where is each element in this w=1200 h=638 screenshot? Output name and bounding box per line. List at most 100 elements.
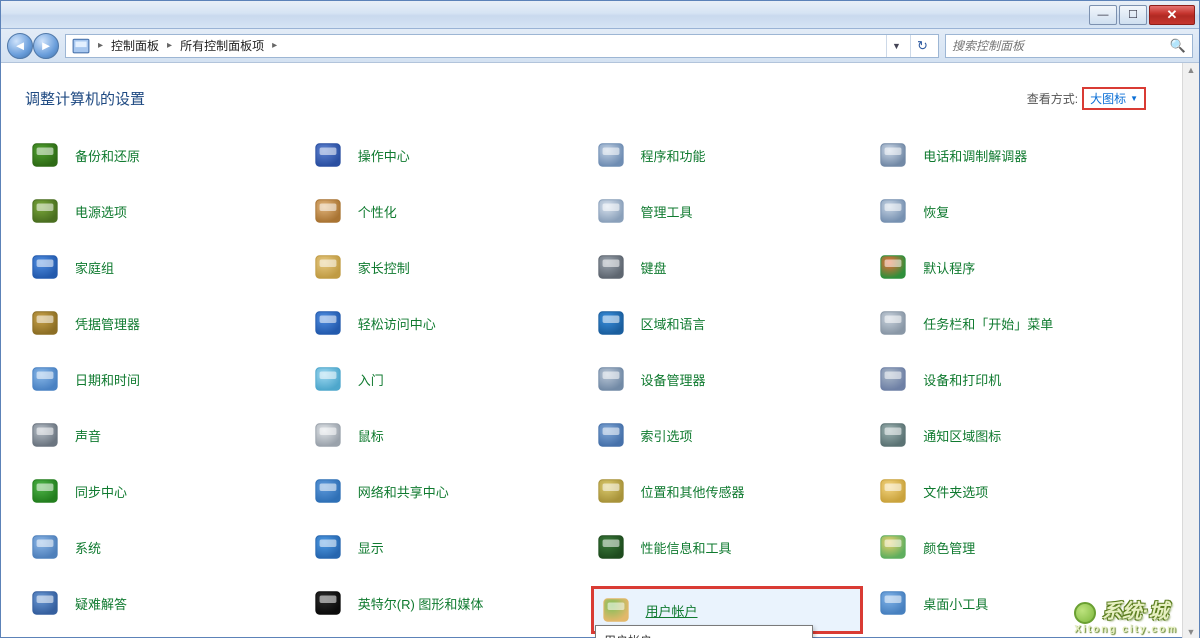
maximize-button[interactable]: ☐ [1119, 5, 1147, 25]
cp-item-personalization[interactable]: 个性化 [308, 194, 581, 228]
cp-item-label: 任务栏和「开始」菜单 [923, 314, 1053, 333]
cp-item-label: 管理工具 [641, 202, 693, 221]
refresh-button[interactable]: ↻ [910, 35, 934, 57]
forward-button[interactable]: ► [33, 33, 59, 59]
cp-item-devices-printers[interactable]: 设备和打印机 [873, 362, 1146, 396]
cp-item-location-sensors[interactable]: 位置和其他传感器 [591, 474, 864, 508]
window-button-group: — ☐ ✕ [1089, 5, 1195, 25]
chevron-icon: ▸ [96, 40, 105, 51]
breadcrumb-root[interactable]: 控制面板 [109, 37, 161, 54]
cp-item-default-programs[interactable]: 默认程序 [873, 250, 1146, 284]
sync-center-icon [29, 475, 61, 507]
cp-item-keyboard[interactable]: 键盘 [591, 250, 864, 284]
location-sensors-icon [595, 475, 627, 507]
cp-item-label: 区域和语言 [641, 314, 706, 333]
search-input[interactable] [952, 39, 1164, 53]
cp-item-label: 用户帐户 [646, 601, 698, 620]
backup-restore-icon [29, 139, 61, 171]
cp-item-label: 默认程序 [923, 258, 975, 277]
cp-item-taskbar-start-menu[interactable]: 任务栏和「开始」菜单 [873, 306, 1146, 340]
parental-controls-icon [312, 251, 344, 283]
cp-item-label: 电源选项 [75, 202, 127, 221]
titlebar[interactable]: — ☐ ✕ [1, 1, 1199, 29]
cp-item-intel-graphics[interactable]: 英特尔(R) 图形和媒体 [308, 586, 581, 620]
cp-item-phone-modem[interactable]: 电话和调制解调器 [873, 138, 1146, 172]
content-header: 调整计算机的设置 查看方式: 大图标 ▼ [25, 87, 1146, 110]
cp-item-color-management[interactable]: 颜色管理 [873, 530, 1146, 564]
cp-item-mouse[interactable]: 鼠标 [308, 418, 581, 452]
cp-item-label: 凭据管理器 [75, 314, 140, 333]
region-language-icon [595, 307, 627, 339]
taskbar-start-menu-icon [877, 307, 909, 339]
cp-item-folder-options[interactable]: 文件夹选项 [873, 474, 1146, 508]
minimize-icon: — [1098, 9, 1109, 21]
cp-item-power-options[interactable]: 电源选项 [25, 194, 298, 228]
view-dropdown[interactable]: 大图标 ▼ [1082, 87, 1146, 110]
cp-item-troubleshooting[interactable]: 疑难解答 [25, 586, 298, 620]
view-value: 大图标 [1090, 90, 1126, 107]
cp-item-ease-of-access[interactable]: 轻松访问中心 [308, 306, 581, 340]
page-title: 调整计算机的设置 [25, 88, 145, 109]
tooltip-heading: 用户帐户 [604, 632, 804, 638]
cp-item-region-language[interactable]: 区域和语言 [591, 306, 864, 340]
breadcrumb-current[interactable]: 所有控制面板项 [178, 37, 266, 54]
cp-item-label: 设备和打印机 [923, 370, 1001, 389]
troubleshooting-icon [29, 587, 61, 619]
search-icon[interactable]: 🔍 [1170, 38, 1186, 54]
cp-item-notification-icons[interactable]: 通知区域图标 [873, 418, 1146, 452]
window-frame: — ☐ ✕ ◄ ► ▸ 控制面板 ▸ 所有控制面板项 ▸ ▼ ↻ 🔍 [0, 0, 1200, 638]
cp-item-sound[interactable]: 声音 [25, 418, 298, 452]
cp-item-device-manager[interactable]: 设备管理器 [591, 362, 864, 396]
cp-item-parental-controls[interactable]: 家长控制 [308, 250, 581, 284]
action-center-icon [312, 139, 344, 171]
address-bar[interactable]: ▸ 控制面板 ▸ 所有控制面板项 ▸ ▼ ↻ [65, 34, 939, 58]
cp-item-recovery[interactable]: 恢复 [873, 194, 1146, 228]
cp-item-label: 同步中心 [75, 482, 127, 501]
cp-item-display[interactable]: 显示 [308, 530, 581, 564]
cp-item-performance-info[interactable]: 性能信息和工具 [591, 530, 864, 564]
minimize-button[interactable]: — [1089, 5, 1117, 25]
cp-item-label: 网络和共享中心 [358, 482, 449, 501]
cp-item-system[interactable]: 系统 [25, 530, 298, 564]
cp-item-indexing-options[interactable]: 索引选项 [591, 418, 864, 452]
cp-item-label: 系统 [75, 538, 101, 557]
folder-options-icon [877, 475, 909, 507]
address-dropdown[interactable]: ▼ [886, 35, 906, 57]
cp-item-label: 位置和其他传感器 [641, 482, 745, 501]
cp-item-credential-manager[interactable]: 凭据管理器 [25, 306, 298, 340]
cp-item-label: 入门 [358, 370, 384, 389]
back-icon: ◄ [14, 38, 27, 53]
vertical-scrollbar[interactable] [1182, 63, 1199, 638]
cp-item-admin-tools[interactable]: 管理工具 [591, 194, 864, 228]
content-container: 调整计算机的设置 查看方式: 大图标 ▼ 备份和还原 操作中心程序和功能电话和调制… [1, 63, 1199, 638]
display-icon [312, 531, 344, 563]
cp-item-action-center[interactable]: 操作中心 [308, 138, 581, 172]
watermark: 系统·城 Xitong city.com [1074, 595, 1178, 635]
cp-item-sync-center[interactable]: 同步中心 [25, 474, 298, 508]
cp-item-label: 个性化 [358, 202, 397, 221]
nav-arrow-group: ◄ ► [7, 33, 59, 59]
programs-features-icon [595, 139, 627, 171]
search-box[interactable]: 🔍 [945, 34, 1193, 58]
close-icon: ✕ [1167, 7, 1178, 23]
nav-row: ◄ ► ▸ 控制面板 ▸ 所有控制面板项 ▸ ▼ ↻ 🔍 [1, 29, 1199, 63]
cp-item-homegroup[interactable]: 家庭组 [25, 250, 298, 284]
close-button[interactable]: ✕ [1149, 5, 1195, 25]
notification-icons-icon [877, 419, 909, 451]
cp-item-label: 家庭组 [75, 258, 114, 277]
cp-item-label: 性能信息和工具 [641, 538, 732, 557]
cp-item-network-sharing[interactable]: 网络和共享中心 [308, 474, 581, 508]
cp-item-backup-restore[interactable]: 备份和还原 [25, 138, 298, 172]
cp-item-getting-started[interactable]: 入门 [308, 362, 581, 396]
cp-item-programs-features[interactable]: 程序和功能 [591, 138, 864, 172]
back-button[interactable]: ◄ [7, 33, 33, 59]
getting-started-icon [312, 363, 344, 395]
recovery-icon [877, 195, 909, 227]
cp-item-date-time[interactable]: 日期和时间 [25, 362, 298, 396]
power-options-icon [29, 195, 61, 227]
chevron-icon: ▸ [165, 40, 174, 51]
cp-item-label: 备份和还原 [75, 146, 140, 165]
chevron-icon: ▸ [270, 40, 279, 51]
date-time-icon [29, 363, 61, 395]
watermark-text: 系统·城 [1102, 601, 1169, 623]
